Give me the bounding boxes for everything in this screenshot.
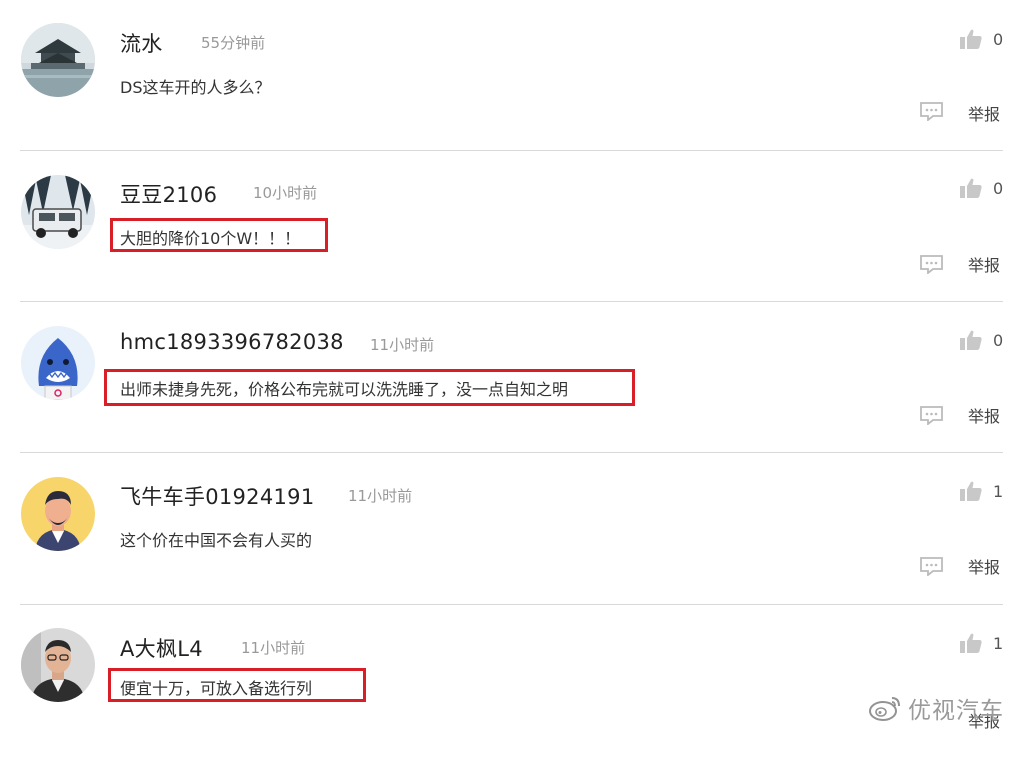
comment-item: hmc1893396782038 11小时前 出师未捷身先死，价格公布完就可以洗… [0,302,1024,454]
comment-item: 豆豆2106 10小时前 大胆的降价10个W！！！ 0 举报 [0,151,1024,303]
comment-text: 大胆的降价10个W！！！ [120,229,301,248]
weibo-icon [869,697,900,721]
username[interactable]: 飞牛车手01924191 [120,481,315,511]
thumbs-up-icon [960,178,982,198]
report-link[interactable]: 举报 [968,403,1000,427]
like-count: 0 [993,330,1004,350]
report-link[interactable]: 举报 [968,101,1000,125]
thumbs-up-icon [960,29,982,49]
avatar[interactable] [21,628,95,702]
reply-icon[interactable] [919,101,944,121]
timestamp: 55分钟前 [201,34,266,52]
comment-text: DS这车开的人多么？ [120,78,271,97]
like-count: 1 [993,481,1004,501]
like-button[interactable]: 0 [960,26,1010,52]
timestamp: 10小时前 [253,184,318,202]
avatar[interactable] [21,477,95,551]
timestamp: 11小时前 [241,639,306,657]
comment-item: A大枫L4 11小时前 便宜十万，可放入备选行列 1 举报 [0,605,1024,757]
comment-text: 便宜十万，可放入备选行列 [120,679,313,698]
thumbs-up-icon [960,481,982,501]
username[interactable]: hmc1893396782038 [120,330,344,354]
report-link[interactable]: 举报 [968,554,1000,578]
username[interactable]: A大枫L4 [120,633,203,663]
reply-icon[interactable] [919,556,944,576]
comment-item: 流水 55分钟前 DS这车开的人多么？ 0 举报 [0,0,1024,152]
avatar[interactable] [21,23,95,97]
thumbs-up-icon [960,330,982,350]
like-count: 0 [993,178,1004,198]
username[interactable]: 豆豆2106 [120,179,217,209]
like-button[interactable]: 1 [960,630,1010,656]
timestamp: 11小时前 [348,487,413,505]
like-count: 0 [993,29,1004,49]
like-button[interactable]: 0 [960,327,1010,353]
comment-text: 这个价在中国不会有人买的 [120,531,313,550]
avatar[interactable] [21,326,95,400]
reply-icon[interactable] [919,254,944,274]
like-count: 1 [993,633,1004,653]
comment-item: 飞牛车手01924191 11小时前 这个价在中国不会有人买的 1 举报 [0,453,1024,605]
thumbs-up-icon [960,633,982,653]
like-button[interactable]: 0 [960,175,1010,201]
watermark-text: 优视汽车 [908,698,1004,724]
watermark: 优视汽车 [868,690,1004,726]
comment-text: 出师未捷身先死，价格公布完就可以洗洗睡了，没一点自知之明 [120,380,569,399]
like-button[interactable]: 1 [960,478,1010,504]
reply-icon[interactable] [919,405,944,425]
avatar[interactable] [21,175,95,249]
timestamp: 11小时前 [370,336,435,354]
username[interactable]: 流水 [120,28,163,58]
report-link[interactable]: 举报 [968,252,1000,276]
